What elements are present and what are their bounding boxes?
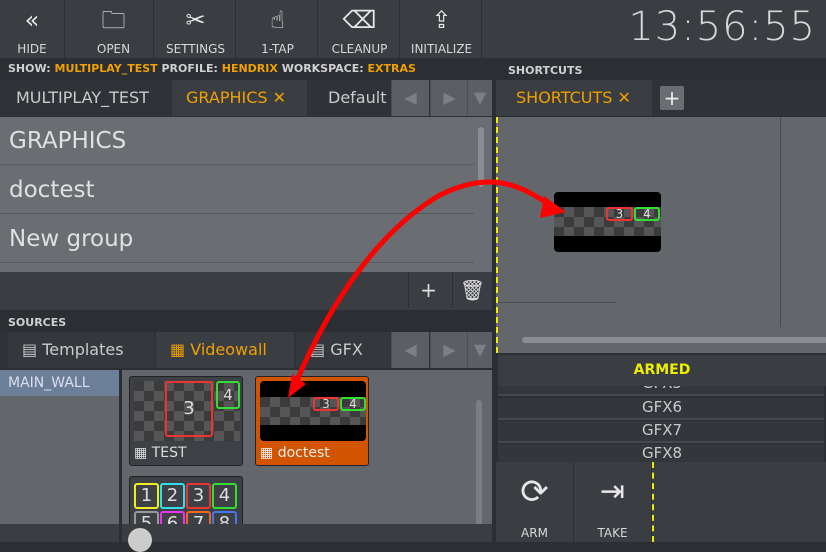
arrow-head — [540, 196, 566, 218]
arrow-head — [288, 374, 306, 398]
drag-arrow — [289, 179, 552, 393]
drag-arrows — [288, 179, 566, 398]
